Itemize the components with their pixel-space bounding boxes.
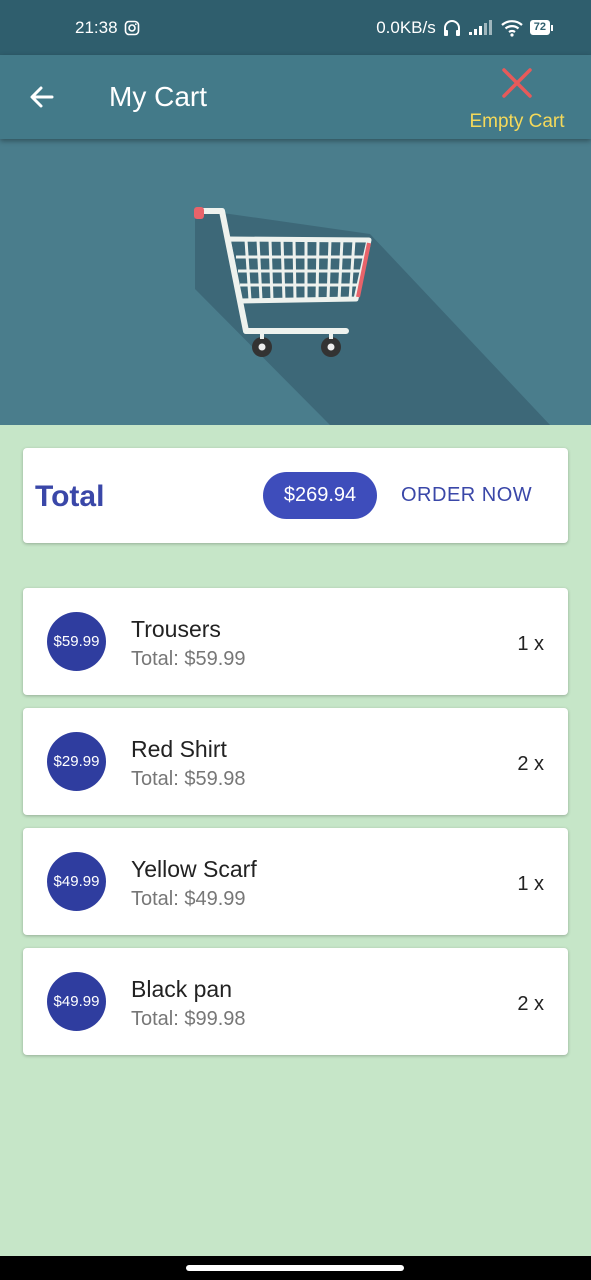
- price-badge: $49.99: [47, 852, 106, 911]
- total-label: Total: [35, 480, 105, 513]
- home-handle[interactable]: [186, 1265, 404, 1271]
- status-bar: 21:38 0.0KB/s 72: [0, 0, 591, 55]
- price-badge: $49.99: [47, 972, 106, 1031]
- battery-level: 72: [533, 21, 546, 33]
- item-name: Red Shirt: [131, 736, 227, 762]
- status-time: 21:38: [75, 17, 118, 37]
- item-quantity: 1 x: [517, 633, 544, 655]
- instagram-icon: [124, 20, 139, 35]
- item-name: Black pan: [131, 976, 233, 1002]
- price-badge: $59.99: [47, 612, 106, 671]
- status-right: 0.0KB/s 72: [376, 18, 553, 38]
- item-quantity: 1 x: [517, 873, 544, 895]
- headphones-icon: [443, 19, 460, 36]
- battery-icon: 72: [529, 20, 553, 35]
- item-total: Total: $49.99: [131, 888, 246, 910]
- signal-icon: [468, 19, 492, 35]
- app-bar: My Cart Empty Cart: [0, 55, 591, 139]
- system-nav-bar: [0, 1256, 591, 1280]
- empty-cart-button[interactable]: Empty Cart: [467, 65, 567, 133]
- wifi-icon: [501, 19, 523, 37]
- total-card: Total $269.94 ORDER NOW: [23, 448, 568, 543]
- total-amount-chip: $269.94: [263, 472, 377, 519]
- page-title: My Cart: [109, 81, 207, 112]
- item-quantity: 2 x: [517, 753, 544, 775]
- list-item[interactable]: $49.99 Black pan Total: $99.98 2 x: [23, 948, 568, 1055]
- item-quantity: 2 x: [517, 993, 544, 1015]
- list-item[interactable]: $29.99 Red Shirt Total: $59.98 2 x: [23, 708, 568, 815]
- shopping-cart-icon: [194, 207, 550, 425]
- item-total: Total: $99.98: [131, 1008, 246, 1030]
- close-icon[interactable]: [499, 65, 535, 101]
- item-total: Total: $59.98: [131, 768, 246, 790]
- order-now-button[interactable]: ORDER NOW: [401, 484, 532, 507]
- item-total: Total: $59.99: [131, 648, 246, 670]
- list-item[interactable]: $49.99 Yellow Scarf Total: $49.99 1 x: [23, 828, 568, 935]
- price-badge: $29.99: [47, 732, 106, 791]
- status-left: 21:38: [75, 18, 140, 38]
- network-speed: 0.0KB/s: [376, 17, 436, 37]
- cart-hero-banner: [0, 139, 591, 425]
- arrow-left-icon[interactable]: [26, 81, 58, 113]
- item-name: Trousers: [131, 616, 221, 642]
- item-name: Yellow Scarf: [131, 856, 257, 882]
- empty-cart-label[interactable]: Empty Cart: [447, 111, 587, 133]
- list-item[interactable]: $59.99 Trousers Total: $59.99 1 x: [23, 588, 568, 695]
